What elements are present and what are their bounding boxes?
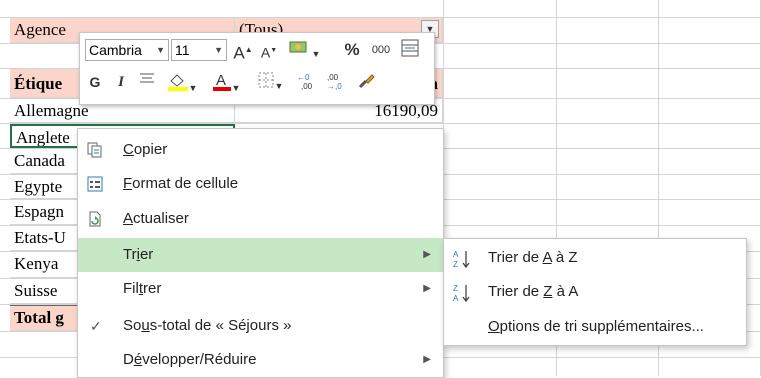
menu-item-trier[interactable]: Trier ▶: [78, 238, 443, 272]
checkmark-icon: ✓: [90, 318, 102, 334]
menu-label-accelerator: A: [542, 249, 552, 266]
menu-label-part: ormat de cellule: [132, 175, 239, 192]
grand-total-label: Total g: [14, 308, 64, 327]
submenu-arrow-icon: ▶: [423, 354, 431, 365]
italic-button[interactable]: I: [112, 71, 130, 93]
menu-item-sort-z-a[interactable]: ZA Trier de Z à A: [444, 275, 746, 309]
font-color-button[interactable]: A ▼: [208, 71, 244, 93]
mini-toolbar: Cambria ▼ 11 ▼ A▲ A▼ ▼ % 000 G I ▼ A ▼ ▼ …: [79, 32, 435, 105]
paint-bucket-icon: [167, 74, 188, 91]
italic-label: I: [118, 74, 124, 90]
font-name-value: Cambria: [89, 42, 142, 58]
menu-label-accelerator: C: [123, 141, 134, 158]
svg-text:A: A: [453, 250, 459, 259]
increase-decimal-button[interactable]: ←0,00: [296, 71, 320, 93]
menu-label-part: ptions de tri supplémentaires...: [499, 318, 704, 335]
svg-text:A: A: [216, 72, 226, 89]
row-label-text: Allemagne: [14, 101, 89, 120]
menu-item-sort-a-z[interactable]: AZ Trier de A à Z: [444, 241, 746, 275]
shrink-font-icon[interactable]: A▼: [259, 40, 279, 62]
merge-cells-icon: [401, 39, 419, 57]
borders-button[interactable]: ▼: [252, 71, 288, 93]
row-label-text: Anglete: [16, 128, 70, 147]
menu-label-part: Fil: [123, 280, 139, 297]
sort-z-a-icon: ZA: [453, 284, 470, 303]
sort-a-z-icon: AZ: [453, 250, 470, 269]
svg-text:A: A: [453, 294, 459, 303]
menu-label-part: opier: [133, 141, 168, 158]
decrease-decimal-button[interactable]: ,00 →,0: [324, 71, 348, 93]
menu-label-part: rer: [143, 280, 162, 297]
row-label-text: Canada: [14, 151, 65, 170]
context-menu: Copier Format de cellule Actualiser Trie…: [77, 128, 444, 378]
thousands-label: 000: [371, 44, 391, 56]
increase-decimal-icon: ←0,00: [297, 73, 313, 91]
font-size-combo[interactable]: 11 ▼: [171, 39, 227, 61]
decrease-decimal-icon: ,00→,0: [327, 73, 342, 91]
refresh-icon: [89, 211, 101, 227]
money-icon: [289, 41, 307, 53]
menu-label-part: er: [139, 246, 154, 263]
svg-text:,00: ,00: [327, 73, 339, 82]
svg-text:←0: ←0: [297, 73, 310, 82]
font-size-value: 11: [175, 42, 190, 58]
borders-icon: [258, 72, 274, 88]
svg-text:Z: Z: [453, 260, 458, 269]
menu-item-copier[interactable]: Copier: [78, 133, 443, 167]
svg-text:Z: Z: [453, 284, 458, 293]
menu-label-part: Trier de: [488, 249, 543, 266]
row-label-text: Egypte: [14, 177, 63, 196]
menu-label-part: velopper/Réduire: [142, 351, 257, 368]
copy-icon: [87, 142, 102, 158]
menu-label-accelerator: é: [133, 351, 143, 368]
merge-center-button[interactable]: [398, 39, 422, 61]
row-label-text: Etats-U: [14, 228, 66, 247]
grow-font-icon[interactable]: A▲: [233, 39, 253, 63]
menu-item-format-cellule[interactable]: Format de cellule: [78, 167, 443, 201]
thousands-separator-button[interactable]: 000: [368, 39, 394, 61]
row-label-text: Kenya: [14, 254, 59, 273]
chevron-down-icon: ▼: [214, 45, 223, 55]
font-color-icon: A: [212, 72, 231, 91]
menu-item-sort-options[interactable]: Options de tri supplémentaires...: [444, 310, 746, 344]
align-center-icon: [140, 73, 154, 83]
menu-item-filtrer[interactable]: Filtrer ▶: [78, 272, 443, 306]
svg-text:,00: ,00: [301, 82, 313, 91]
row-label-text: Espagn: [14, 202, 65, 221]
menu-label-accelerator: u: [141, 317, 150, 334]
menu-label-part: D: [123, 351, 134, 368]
submenu-arrow-icon: ▶: [423, 283, 431, 294]
format-cells-icon: [87, 176, 103, 192]
row-label-text: Suisse: [14, 281, 58, 300]
sort-submenu: AZ Trier de A à Z ZA Trier de Z à A Opti…: [443, 238, 747, 346]
format-painter-button[interactable]: [354, 71, 378, 93]
row-labels-header-text: Étique: [14, 74, 63, 93]
menu-label-part: Tr: [123, 246, 137, 263]
bold-label: G: [89, 74, 101, 90]
svg-text:→,0: →,0: [327, 82, 342, 91]
menu-item-actualiser[interactable]: Actualiser: [78, 202, 443, 236]
menu-label-accelerator: A: [123, 210, 134, 227]
menu-label-part: à Z: [551, 249, 578, 266]
menu-item-sous-total[interactable]: ✓ Sous-total de « Séjours »: [78, 309, 443, 343]
bold-button[interactable]: G: [86, 71, 104, 93]
menu-label-accelerator: O: [488, 318, 500, 335]
agence-label: Agence: [14, 20, 66, 39]
font-name-combo[interactable]: Cambria ▼: [85, 39, 169, 61]
menu-label-accelerator: F: [123, 175, 133, 192]
menu-label-part: Trier de: [488, 283, 544, 300]
menu-label-part: s-total de « Séjours »: [149, 317, 292, 334]
menu-label-part: à A: [552, 283, 579, 300]
submenu-arrow-icon: ▶: [423, 249, 431, 260]
percent-label: %: [344, 40, 360, 59]
paintbrush-icon: [358, 74, 375, 89]
chevron-down-icon: ▼: [156, 45, 165, 55]
align-center-button[interactable]: [136, 71, 158, 93]
menu-label-part: So: [123, 317, 142, 334]
fill-color-button[interactable]: ▼: [164, 71, 200, 93]
menu-label-part: ctualiser: [133, 210, 189, 227]
menu-item-developper-reduire[interactable]: Développer/Réduire ▶: [78, 343, 443, 377]
percent-button[interactable]: %: [342, 39, 362, 61]
accounting-format-button[interactable]: ▼: [286, 39, 322, 61]
